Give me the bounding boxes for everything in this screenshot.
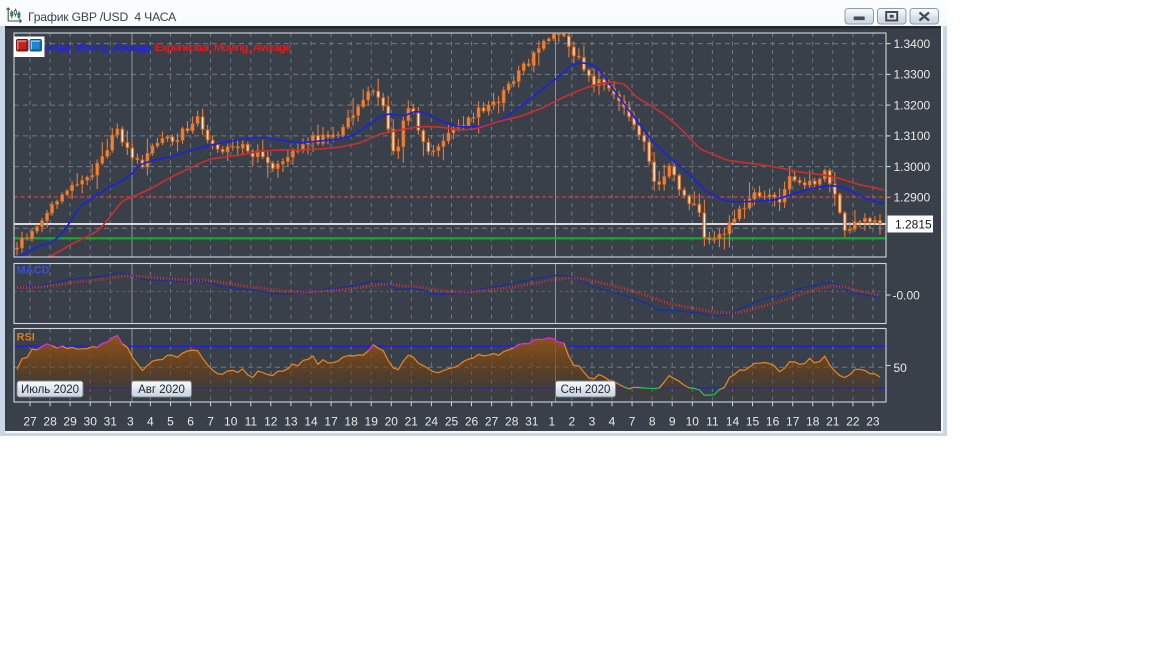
svg-text:График GBP /USD 4 ЧАСА: График GBP /USD 4 ЧАСА bbox=[28, 10, 177, 24]
svg-text:28: 28 bbox=[43, 415, 57, 429]
svg-text:18: 18 bbox=[806, 415, 820, 429]
svg-text:5: 5 bbox=[167, 415, 174, 429]
svg-text:19: 19 bbox=[365, 415, 379, 429]
svg-text:1.2815: 1.2815 bbox=[895, 218, 932, 232]
svg-text:1: 1 bbox=[548, 415, 555, 429]
svg-text:1.3400: 1.3400 bbox=[894, 37, 931, 51]
svg-text:-0.00: -0.00 bbox=[893, 288, 921, 302]
svg-text:31: 31 bbox=[104, 415, 118, 429]
svg-text:18: 18 bbox=[344, 415, 358, 429]
svg-text:ential_Moving_Average: ential_Moving_Average bbox=[45, 42, 151, 54]
svg-text:RSI: RSI bbox=[17, 332, 35, 344]
svg-text:24: 24 bbox=[425, 415, 439, 429]
svg-text:29: 29 bbox=[63, 415, 77, 429]
svg-text:7: 7 bbox=[629, 415, 636, 429]
svg-text:1.3100: 1.3100 bbox=[894, 129, 931, 143]
svg-text:1.3300: 1.3300 bbox=[894, 68, 931, 82]
svg-text:26: 26 bbox=[465, 415, 479, 429]
svg-text:4: 4 bbox=[609, 415, 616, 429]
svg-text:3: 3 bbox=[589, 415, 596, 429]
svg-text:MACD: MACD bbox=[17, 265, 50, 277]
svg-text:25: 25 bbox=[445, 415, 459, 429]
svg-text:17: 17 bbox=[786, 415, 800, 429]
svg-text:1.2900: 1.2900 bbox=[894, 191, 931, 205]
svg-text:Авг 2020: Авг 2020 bbox=[138, 384, 185, 396]
svg-text:21: 21 bbox=[405, 415, 419, 429]
svg-text:10: 10 bbox=[686, 415, 700, 429]
svg-text:14: 14 bbox=[304, 415, 318, 429]
svg-text:4: 4 bbox=[147, 415, 154, 429]
svg-text:22: 22 bbox=[846, 415, 860, 429]
svg-text:Сен 2020: Сен 2020 bbox=[561, 384, 611, 396]
svg-text:21: 21 bbox=[826, 415, 840, 429]
svg-text:Июль 2020: Июль 2020 bbox=[21, 384, 79, 396]
svg-text:13: 13 bbox=[284, 415, 298, 429]
svg-text:50: 50 bbox=[894, 361, 908, 375]
svg-text:12: 12 bbox=[264, 415, 278, 429]
svg-text:16: 16 bbox=[766, 415, 780, 429]
svg-text:8: 8 bbox=[649, 415, 656, 429]
svg-text:Exponential_Moving_Average: Exponential_Moving_Average bbox=[155, 42, 291, 54]
svg-text:11: 11 bbox=[706, 415, 719, 429]
svg-text:14: 14 bbox=[726, 415, 740, 429]
svg-text:1.3200: 1.3200 bbox=[894, 98, 931, 112]
svg-text:30: 30 bbox=[84, 415, 98, 429]
svg-text:11: 11 bbox=[245, 415, 258, 429]
svg-text:9: 9 bbox=[669, 415, 676, 429]
svg-text:3: 3 bbox=[127, 415, 134, 429]
svg-text:23: 23 bbox=[866, 415, 880, 429]
svg-text:1.3000: 1.3000 bbox=[894, 160, 931, 174]
svg-text:20: 20 bbox=[385, 415, 399, 429]
svg-text:15: 15 bbox=[746, 415, 760, 429]
svg-text:27: 27 bbox=[23, 415, 37, 429]
svg-text:27: 27 bbox=[485, 415, 499, 429]
svg-text:28: 28 bbox=[505, 415, 519, 429]
svg-text:17: 17 bbox=[324, 415, 338, 429]
svg-text:6: 6 bbox=[187, 415, 194, 429]
svg-text:2: 2 bbox=[569, 415, 576, 429]
svg-text:7: 7 bbox=[207, 415, 214, 429]
svg-text:10: 10 bbox=[224, 415, 238, 429]
svg-text:31: 31 bbox=[525, 415, 539, 429]
